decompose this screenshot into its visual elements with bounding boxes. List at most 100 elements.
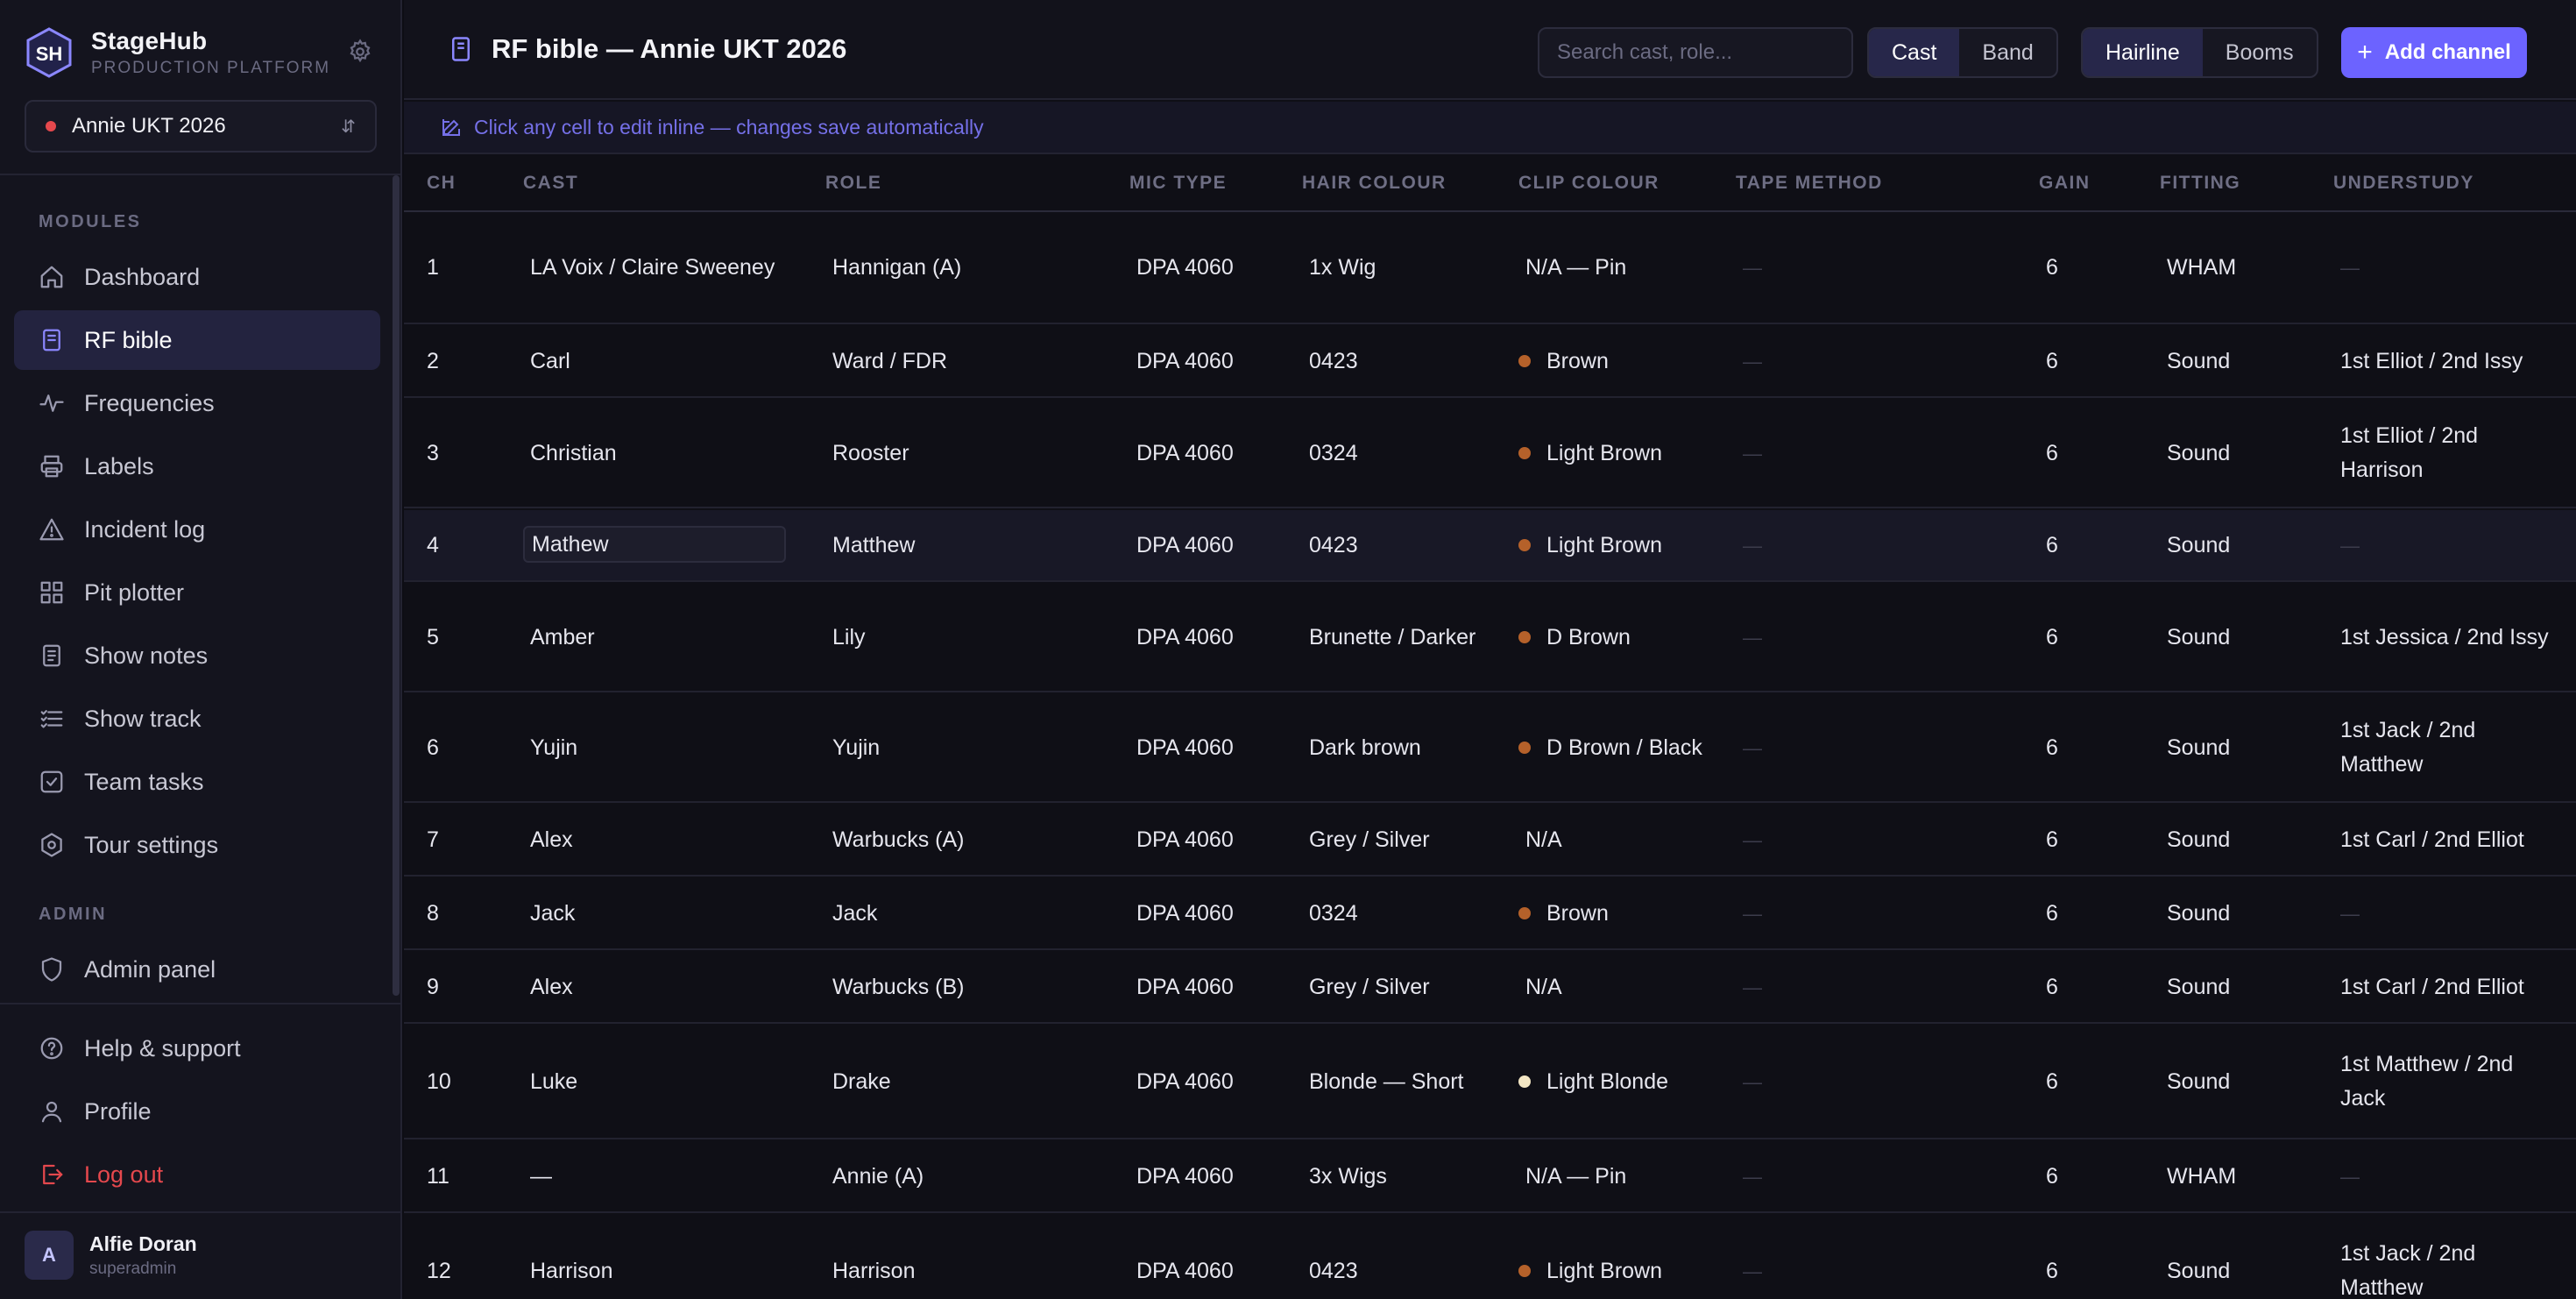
cell-tape-method[interactable]: — xyxy=(1743,1026,1971,1138)
cell-hair-colour[interactable]: Brunette / Darker xyxy=(1309,584,1502,691)
cell-fitting[interactable]: WHAM xyxy=(2167,212,2307,323)
cell-mic-type[interactable]: DPA 4060 xyxy=(1136,400,1303,507)
cell-role[interactable]: Warbucks (A) xyxy=(832,805,1113,875)
cell-understudy[interactable]: 1st Carl / 2nd Elliot xyxy=(2340,952,2559,1022)
user-card[interactable]: A Alfie Doran superadmin xyxy=(25,1231,197,1280)
cell-fitting[interactable]: Sound xyxy=(2167,878,2307,948)
sidebar-item-show-notes[interactable]: Show notes xyxy=(14,626,380,685)
cell-role[interactable]: Jack xyxy=(832,878,1113,948)
cell-fitting[interactable]: Sound xyxy=(2167,694,2307,801)
cell-understudy[interactable]: 1st Elliot / 2nd Harrison xyxy=(2340,400,2559,507)
cell-role[interactable]: Matthew xyxy=(832,510,1113,580)
cell-cast[interactable]: Yujin xyxy=(530,694,793,801)
cell-hair-colour[interactable]: Grey / Silver xyxy=(1309,805,1502,875)
cell-clip-colour[interactable]: N/A — Pin xyxy=(1518,1141,1720,1211)
sidebar-item-dashboard[interactable]: Dashboard xyxy=(14,247,380,307)
cell-role[interactable]: Rooster xyxy=(832,400,1113,507)
column-header-cast[interactable]: CAST xyxy=(523,154,578,212)
column-header-understudy[interactable]: UNDERSTUDY xyxy=(2333,154,2474,212)
cell-tape-method[interactable]: — xyxy=(1743,952,1971,1022)
cell-clip-colour[interactable]: N/A xyxy=(1518,952,1720,1022)
cell-cast[interactable]: Luke xyxy=(530,1026,793,1138)
cell-tape-method[interactable]: — xyxy=(1743,1141,1971,1211)
sidebar-item-incident-log[interactable]: Incident log xyxy=(14,500,380,559)
cell-tape-method[interactable]: — xyxy=(1743,805,1971,875)
cell-hair-colour[interactable]: 0324 xyxy=(1309,400,1502,507)
cell-mic-type[interactable]: DPA 4060 xyxy=(1136,1141,1303,1211)
cell-cast[interactable]: LA Voix / Claire Sweeney xyxy=(530,212,793,323)
sidebar-item-admin-panel[interactable]: Admin panel xyxy=(14,940,380,999)
cell-role[interactable]: Harrison xyxy=(832,1215,1113,1299)
cell-ch[interactable]: 10 xyxy=(427,1026,479,1138)
cell-role[interactable]: Hannigan (A) xyxy=(832,212,1113,323)
cell-clip-colour[interactable]: N/A xyxy=(1518,805,1720,875)
sidebar-item-tour-settings[interactable]: Tour settings xyxy=(14,815,380,875)
cell-ch[interactable]: 12 xyxy=(427,1215,479,1299)
cell-mic-type[interactable]: DPA 4060 xyxy=(1136,878,1303,948)
cell-tape-method[interactable]: — xyxy=(1743,400,1971,507)
cell-ch[interactable]: 1 xyxy=(427,212,479,323)
toggle-cast[interactable]: Cast xyxy=(1869,29,1960,76)
add-channel-button[interactable]: + Add channel xyxy=(2341,27,2527,78)
cell-understudy[interactable]: 1st Jack / 2nd Matthew xyxy=(2340,694,2559,801)
cell-clip-colour[interactable]: Brown xyxy=(1518,326,1720,396)
column-header-hair-colour[interactable]: HAIR COLOUR xyxy=(1302,154,1447,212)
cell-gain[interactable]: 6 xyxy=(2046,878,2098,948)
cell-role[interactable]: Yujin xyxy=(832,694,1113,801)
cell-hair-colour[interactable]: 0423 xyxy=(1309,326,1502,396)
cell-fitting[interactable]: Sound xyxy=(2167,326,2307,396)
column-header-fitting[interactable]: FITTING xyxy=(2160,154,2240,212)
cell-fitting[interactable]: WHAM xyxy=(2167,1141,2307,1211)
table-row[interactable]: 5 Amber Lily DPA 4060 Brunette / Darker D Bro… xyxy=(404,584,2576,692)
cell-mic-type[interactable]: DPA 4060 xyxy=(1136,1215,1303,1299)
cell-fitting[interactable]: Sound xyxy=(2167,1215,2307,1299)
cell-understudy[interactable]: 1st Jack / 2nd Matthew xyxy=(2340,1215,2559,1299)
cell-fitting[interactable]: Sound xyxy=(2167,1026,2307,1138)
cell-hair-colour[interactable]: 1x Wig xyxy=(1309,212,1502,323)
search-input[interactable] xyxy=(1538,27,1853,78)
column-header-gain[interactable]: GAIN xyxy=(2039,154,2091,212)
cell-tape-method[interactable]: — xyxy=(1743,694,1971,801)
cell-ch[interactable]: 9 xyxy=(427,952,479,1022)
sidebar-item-log-out[interactable]: Log out xyxy=(14,1145,380,1204)
table-row[interactable]: 11 — Annie (A) DPA 4060 3x Wigs N/A — Pin — 6 WH… xyxy=(404,1141,2576,1213)
sidebar-item-help-support[interactable]: Help & support xyxy=(14,1019,380,1078)
cell-fitting[interactable]: Sound xyxy=(2167,400,2307,507)
cell-hair-colour[interactable]: 0423 xyxy=(1309,510,1502,580)
cell-gain[interactable]: 6 xyxy=(2046,1215,2098,1299)
cell-understudy[interactable]: 1st Carl / 2nd Elliot xyxy=(2340,805,2559,875)
cell-understudy[interactable]: 1st Elliot / 2nd Issy xyxy=(2340,326,2559,396)
cell-fitting[interactable]: Sound xyxy=(2167,805,2307,875)
cell-ch[interactable]: 5 xyxy=(427,584,479,691)
sidebar-scrollbar[interactable] xyxy=(393,175,400,996)
cell-gain[interactable]: 6 xyxy=(2046,694,2098,801)
cell-clip-colour[interactable]: Brown xyxy=(1518,878,1720,948)
table-row[interactable]: 1 LA Voix / Claire Sweeney Hannigan (A) DPA… xyxy=(404,212,2576,324)
cell-understudy[interactable]: — xyxy=(2340,510,2559,580)
cell-understudy[interactable]: — xyxy=(2340,1141,2559,1211)
cell-mic-type[interactable]: DPA 4060 xyxy=(1136,805,1303,875)
cell-gain[interactable]: 6 xyxy=(2046,510,2098,580)
cell-hair-colour[interactable]: 0324 xyxy=(1309,878,1502,948)
cell-gain[interactable]: 6 xyxy=(2046,584,2098,691)
production-selector[interactable]: Annie UKT 2026 ⇵ xyxy=(25,100,377,153)
cell-cast-editing[interactable]: Mathew xyxy=(523,526,786,563)
cell-fitting[interactable]: Sound xyxy=(2167,584,2307,691)
table-row[interactable]: 7 Alex Warbucks (A) DPA 4060 Grey / Silver N/… xyxy=(404,805,2576,877)
cell-understudy[interactable]: 1st Jessica / 2nd Issy xyxy=(2340,584,2559,691)
cell-clip-colour[interactable]: Light Brown xyxy=(1518,400,1720,507)
toggle-band[interactable]: Band xyxy=(1959,29,2056,76)
cell-cast[interactable]: Amber xyxy=(530,584,793,691)
table-row[interactable]: 9 Alex Warbucks (B) DPA 4060 Grey / Silver N/… xyxy=(404,952,2576,1024)
cell-fitting[interactable]: Sound xyxy=(2167,510,2307,580)
cell-understudy[interactable]: — xyxy=(2340,212,2559,323)
cell-ch[interactable]: 4 xyxy=(427,510,479,580)
cell-role[interactable]: Warbucks (B) xyxy=(832,952,1113,1022)
table-row[interactable]: 6 Yujin Yujin DPA 4060 Dark brown D Brown / B… xyxy=(404,694,2576,803)
cell-understudy[interactable]: — xyxy=(2340,878,2559,948)
toggle-hairline[interactable]: Hairline xyxy=(2083,29,2203,76)
cell-role[interactable]: Annie (A) xyxy=(832,1141,1113,1211)
cell-tape-method[interactable]: — xyxy=(1743,878,1971,948)
cell-role[interactable]: Ward / FDR xyxy=(832,326,1113,396)
cell-tape-method[interactable]: — xyxy=(1743,584,1971,691)
